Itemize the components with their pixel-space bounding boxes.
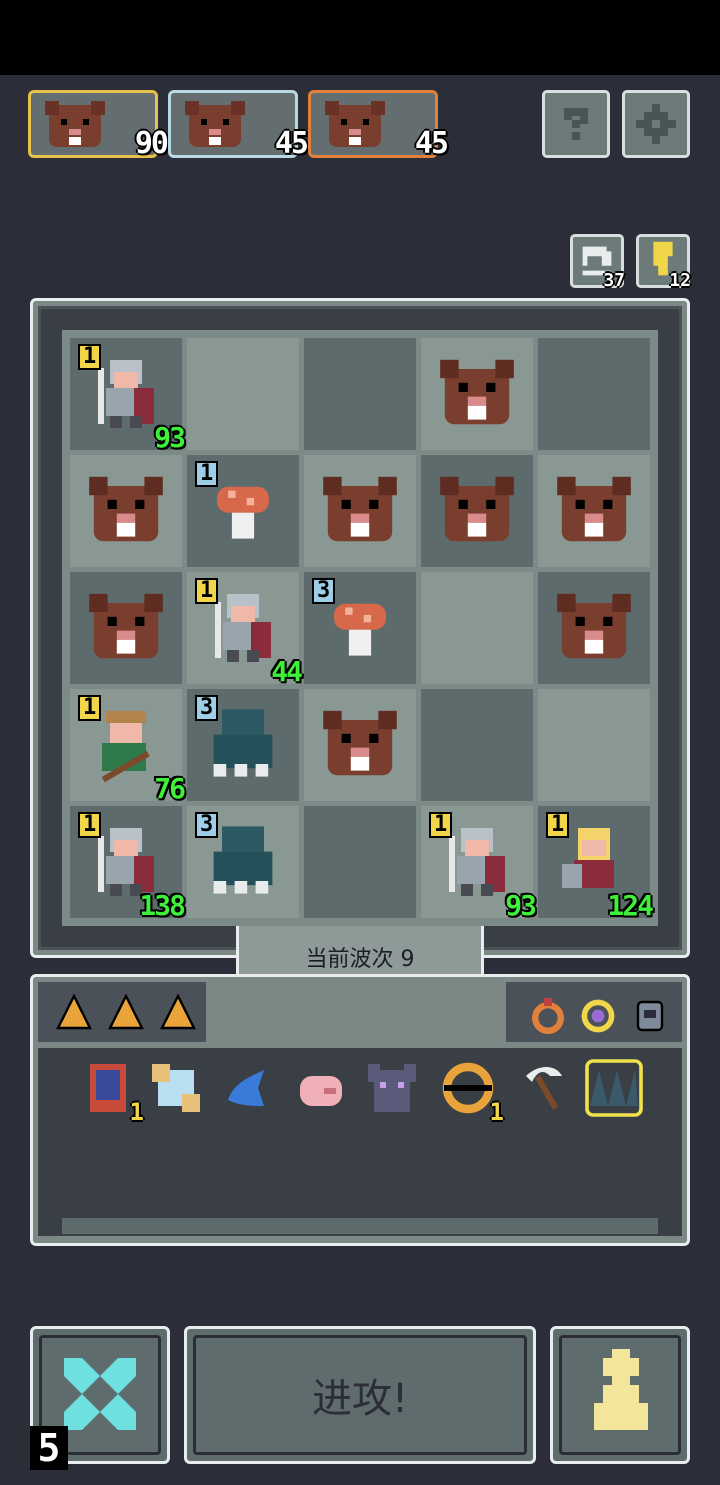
board-cell[interactable]: 1 124 [538, 806, 654, 922]
board-cell[interactable]: 1 138 [70, 806, 186, 922]
eye-ring-icon[interactable]: 1 [438, 1058, 504, 1126]
pig-icon[interactable] [288, 1058, 348, 1118]
board-cell[interactable] [187, 338, 299, 450]
help-button[interactable] [542, 90, 610, 158]
gold-card-icon[interactable] [54, 992, 94, 1032]
board-cell[interactable]: 3 [304, 572, 416, 684]
refresh-button[interactable]: 37 [570, 234, 625, 291]
unit-hp: 76 [154, 772, 186, 805]
board-cell[interactable] [538, 572, 650, 684]
helmet-icon[interactable] [630, 994, 670, 1034]
enemy-card-2[interactable]: 45 [168, 90, 309, 161]
spike-trap-icon[interactable] [584, 1058, 644, 1118]
enemy-hp: 90 [134, 126, 169, 161]
scroll-icon[interactable] [146, 1058, 206, 1118]
unit-hp: 44 [271, 655, 303, 688]
gear-icon [636, 104, 676, 144]
board-cell[interactable] [304, 806, 416, 918]
pawn-button[interactable] [550, 1326, 690, 1464]
wolf-icon[interactable] [362, 1058, 422, 1118]
board-cell[interactable] [421, 338, 533, 450]
blue-fish-icon[interactable] [216, 1058, 276, 1118]
level-badge: 1 [78, 695, 102, 721]
item-quantity: 1 [489, 1098, 504, 1126]
level-badge: 3 [195, 695, 219, 721]
enemy-hp: 45 [414, 126, 449, 161]
board-cell[interactable] [421, 455, 533, 567]
gold-card-icon[interactable] [106, 992, 146, 1032]
key-count: 12 [669, 270, 691, 291]
rat-icon [45, 101, 105, 147]
board-cell[interactable]: 1 93 [70, 338, 186, 454]
rat-icon [548, 589, 640, 667]
attack-label: 进攻! [311, 1376, 409, 1422]
item-quantity: 1 [129, 1098, 144, 1126]
level-badge: 3 [312, 578, 336, 604]
rat-icon [185, 101, 245, 147]
attack-button[interactable]: 进攻! [184, 1326, 536, 1464]
refresh-count: 37 [603, 270, 625, 291]
board-cell[interactable]: 3 [187, 806, 299, 918]
status-bar [0, 0, 720, 75]
unit-hp: 124 [607, 889, 654, 922]
level-badge: 1 [546, 812, 570, 838]
unit-hp: 93 [505, 889, 537, 922]
rat-icon [314, 472, 406, 550]
amulet-icon[interactable] [578, 994, 618, 1034]
turns-counter: 5 [30, 1426, 68, 1470]
board-cell[interactable]: 1 44 [187, 572, 303, 688]
rat-icon [80, 589, 172, 667]
question-icon [564, 108, 588, 140]
rat-icon [80, 472, 172, 550]
level-badge: 1 [78, 812, 102, 838]
board-cell[interactable] [421, 572, 533, 684]
enemy-card-3[interactable]: 45 [308, 90, 449, 161]
rat-icon [431, 355, 523, 433]
board-cell[interactable] [538, 455, 650, 567]
book-icon[interactable]: 1 [78, 1058, 144, 1126]
board-cell[interactable] [421, 689, 533, 801]
board-cell[interactable]: 1 76 [70, 689, 186, 805]
board-cell[interactable] [70, 455, 182, 567]
scythe-icon[interactable] [514, 1058, 574, 1118]
rat-icon [548, 472, 640, 550]
level-badge: 1 [195, 578, 219, 604]
unit-hp: 93 [154, 421, 186, 454]
ring-icon[interactable] [528, 994, 568, 1034]
level-badge: 1 [429, 812, 453, 838]
level-badge: 3 [195, 812, 219, 838]
settings-button[interactable] [622, 90, 690, 158]
board-cell[interactable] [538, 689, 650, 801]
board-cell[interactable] [304, 338, 416, 450]
rat-icon [431, 472, 523, 550]
unit-hp: 138 [139, 889, 186, 922]
wave-label: 当前波次 9 [305, 946, 415, 972]
crossed-swords-icon [64, 1358, 136, 1430]
enemy-card-1[interactable]: 90 [28, 90, 169, 161]
level-badge: 1 [195, 461, 219, 487]
board-cell[interactable]: 1 [187, 455, 299, 567]
board-cell[interactable] [304, 689, 416, 801]
rat-icon [314, 706, 406, 784]
gold-card-icon[interactable] [158, 992, 198, 1032]
key-button[interactable]: 12 [636, 234, 691, 291]
pawn-icon [594, 1349, 648, 1430]
rat-icon [325, 101, 385, 147]
board-cell[interactable] [304, 455, 416, 567]
board-cell[interactable] [70, 572, 182, 684]
board-cell[interactable] [538, 338, 650, 450]
board-cell[interactable]: 3 [187, 689, 299, 801]
board-cell[interactable]: 1 93 [421, 806, 537, 922]
level-badge: 1 [78, 344, 102, 370]
enemy-hp: 45 [274, 126, 309, 161]
